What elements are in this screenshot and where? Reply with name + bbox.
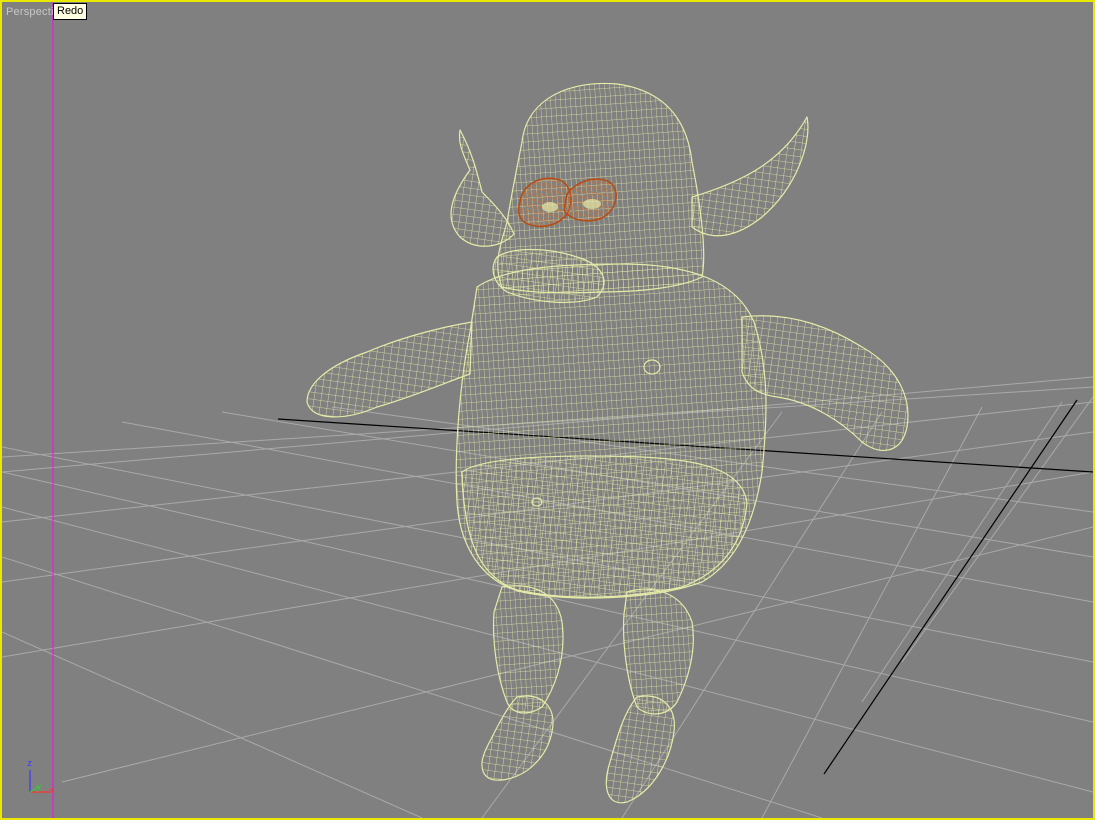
perspective-viewport[interactable]: Perspective Redo z y x (0, 0, 1095, 820)
lower-body (461, 455, 748, 598)
redo-tooltip: Redo (53, 3, 88, 20)
right-leg (623, 588, 694, 715)
left-leg (493, 585, 564, 714)
right-horn (691, 116, 809, 237)
left-arm (306, 321, 473, 418)
gizmo-y-label: y (36, 783, 42, 793)
left-foot (481, 695, 554, 781)
right-eye-socket (583, 199, 601, 209)
viewport-scene[interactable] (2, 2, 1093, 818)
gizmo-x-label: x (49, 786, 55, 796)
gizmo-z-label: z (27, 759, 33, 769)
right-arm (741, 315, 909, 451)
left-eye-socket (542, 202, 558, 212)
right-foot (605, 695, 675, 804)
